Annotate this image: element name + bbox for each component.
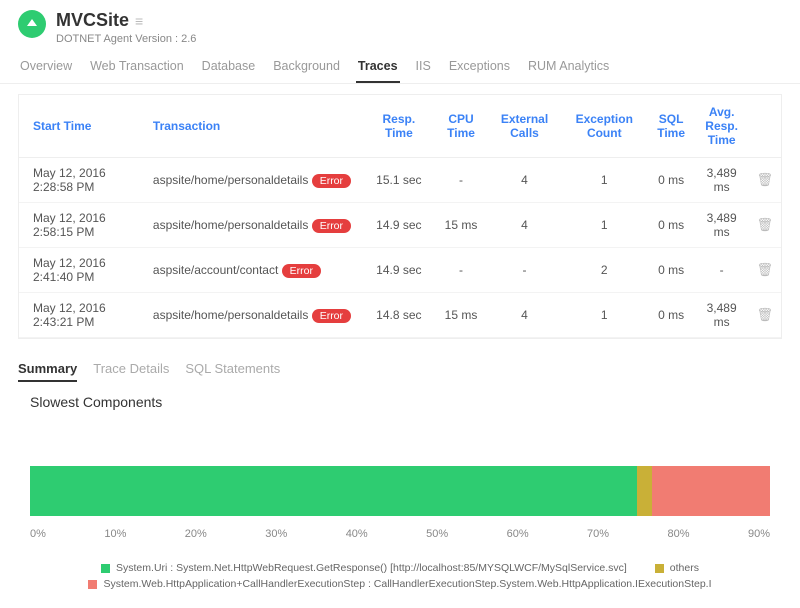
col-header[interactable]: Start Time — [19, 95, 139, 158]
legend-label: System.Uri : System.Net.HttpWebRequest.G… — [116, 562, 627, 574]
menu-icon[interactable]: ≡ — [135, 13, 143, 29]
chart-bar — [30, 466, 770, 516]
cell-avg-resp: - — [695, 248, 749, 293]
legend-label: System.Web.HttpApplication+CallHandlerEx… — [103, 578, 711, 590]
cell-avg-resp: 3,489ms — [695, 293, 749, 338]
axis-tick: 80% — [668, 528, 690, 540]
cell-sql-time: 0 ms — [647, 203, 694, 248]
legend-swatch — [88, 580, 97, 589]
cell-start-time: May 12, 20162:43:21 PM — [19, 293, 139, 338]
trash-icon[interactable]: 🗑 — [757, 172, 774, 187]
chart-x-axis: 0% 10% 20% 30% 40% 50% 60% 70% 80% 90% — [30, 524, 770, 550]
subtab-summary[interactable]: Summary — [18, 361, 77, 382]
nav-database[interactable]: Database — [200, 53, 258, 83]
trace-subtabs: Summary Trace Details SQL Statements — [0, 349, 800, 388]
chart-title: Slowest Components — [0, 388, 800, 416]
table-row[interactable]: May 12, 20162:41:40 PMaspsite/account/co… — [19, 248, 781, 293]
cell-sql-time: 0 ms — [647, 293, 694, 338]
cell-transaction: aspsite/home/personaldetails Error — [139, 203, 364, 248]
nav-web-transaction[interactable]: Web Transaction — [88, 53, 186, 83]
table-row[interactable]: May 12, 20162:28:58 PMaspsite/home/perso… — [19, 158, 781, 203]
page-title: MVCSite ≡ — [56, 10, 196, 31]
cell-cpu-time: - — [434, 248, 488, 293]
table-row[interactable]: May 12, 20162:58:15 PMaspsite/home/perso… — [19, 203, 781, 248]
axis-tick: 10% — [104, 528, 126, 540]
cell-transaction: aspsite/home/personaldetails Error — [139, 293, 364, 338]
cell-ext-calls: - — [488, 248, 561, 293]
axis-tick: 30% — [265, 528, 287, 540]
cell-avg-resp: 3,489ms — [695, 203, 749, 248]
cell-resp-time: 14.9 sec — [364, 203, 435, 248]
cell-exc-count: 1 — [561, 203, 647, 248]
cell-exc-count: 1 — [561, 293, 647, 338]
legend-swatch — [101, 564, 110, 573]
cell-sql-time: 0 ms — [647, 248, 694, 293]
cell-cpu-time: 15 ms — [434, 293, 488, 338]
traces-table: Start TimeTransactionResp.TimeCPUTimeExt… — [19, 95, 781, 338]
axis-tick: 60% — [507, 528, 529, 540]
trash-icon[interactable]: 🗑 — [757, 217, 774, 232]
error-badge: Error — [282, 264, 321, 278]
error-badge: Error — [312, 174, 351, 188]
cell-delete: 🗑 — [749, 158, 781, 203]
table-row[interactable]: May 12, 20162:43:21 PMaspsite/home/perso… — [19, 293, 781, 338]
status-up-icon — [18, 10, 46, 38]
subtab-sql-statements[interactable]: SQL Statements — [185, 361, 280, 382]
col-header[interactable]: Resp.Time — [364, 95, 435, 158]
axis-tick: 40% — [346, 528, 368, 540]
cell-start-time: May 12, 20162:41:40 PM — [19, 248, 139, 293]
main-nav: Overview Web Transaction Database Backgroun… — [0, 45, 800, 84]
slowest-components-chart: 0% 10% 20% 30% 40% 50% 60% 70% 80% 90% — [0, 416, 800, 554]
cell-avg-resp: 3,489ms — [695, 158, 749, 203]
axis-tick: 20% — [185, 528, 207, 540]
nav-rum-analytics[interactable]: RUM Analytics — [526, 53, 611, 83]
legend-swatch — [655, 564, 664, 573]
nav-background[interactable]: Background — [271, 53, 342, 83]
cell-transaction: aspsite/account/contact Error — [139, 248, 364, 293]
subtab-trace-details[interactable]: Trace Details — [93, 361, 169, 382]
nav-iis[interactable]: IIS — [414, 53, 433, 83]
error-badge: Error — [312, 309, 351, 323]
cell-start-time: May 12, 20162:28:58 PM — [19, 158, 139, 203]
cell-resp-time: 14.9 sec — [364, 248, 435, 293]
cell-ext-calls: 4 — [488, 158, 561, 203]
cell-exc-count: 1 — [561, 158, 647, 203]
trash-icon[interactable]: 🗑 — [757, 307, 774, 322]
nav-traces[interactable]: Traces — [356, 53, 400, 83]
error-badge: Error — [312, 219, 351, 233]
axis-tick: 50% — [426, 528, 448, 540]
col-header[interactable]: Avg.Resp.Time — [695, 95, 749, 158]
site-name: MVCSite — [56, 10, 129, 31]
nav-exceptions[interactable]: Exceptions — [447, 53, 512, 83]
cell-start-time: May 12, 20162:58:15 PM — [19, 203, 139, 248]
cell-ext-calls: 4 — [488, 293, 561, 338]
col-header[interactable]: SQLTime — [647, 95, 694, 158]
chart-segment[interactable] — [637, 466, 652, 516]
cell-delete: 🗑 — [749, 203, 781, 248]
cell-exc-count: 2 — [561, 248, 647, 293]
cell-ext-calls: 4 — [488, 203, 561, 248]
cell-resp-time: 14.8 sec — [364, 293, 435, 338]
cell-cpu-time: - — [434, 158, 488, 203]
chart-segment[interactable] — [652, 466, 770, 516]
col-header[interactable]: CPUTime — [434, 95, 488, 158]
axis-tick: 90% — [748, 528, 770, 540]
agent-version-label: DOTNET Agent Version : 2.6 — [56, 33, 196, 45]
col-header[interactable]: Transaction — [139, 95, 364, 158]
legend-label: others — [670, 562, 699, 574]
cell-transaction: aspsite/home/personaldetails Error — [139, 158, 364, 203]
cell-cpu-time: 15 ms — [434, 203, 488, 248]
traces-table-panel: Start TimeTransactionResp.TimeCPUTimeExt… — [18, 94, 782, 339]
cell-delete: 🗑 — [749, 293, 781, 338]
cell-resp-time: 15.1 sec — [364, 158, 435, 203]
col-header[interactable]: ExceptionCount — [561, 95, 647, 158]
axis-tick: 70% — [587, 528, 609, 540]
cell-sql-time: 0 ms — [647, 158, 694, 203]
nav-overview[interactable]: Overview — [18, 53, 74, 83]
cell-delete: 🗑 — [749, 248, 781, 293]
trash-icon[interactable]: 🗑 — [757, 262, 774, 277]
axis-tick: 0% — [30, 528, 46, 540]
chart-segment[interactable] — [30, 466, 637, 516]
col-header[interactable]: ExternalCalls — [488, 95, 561, 158]
